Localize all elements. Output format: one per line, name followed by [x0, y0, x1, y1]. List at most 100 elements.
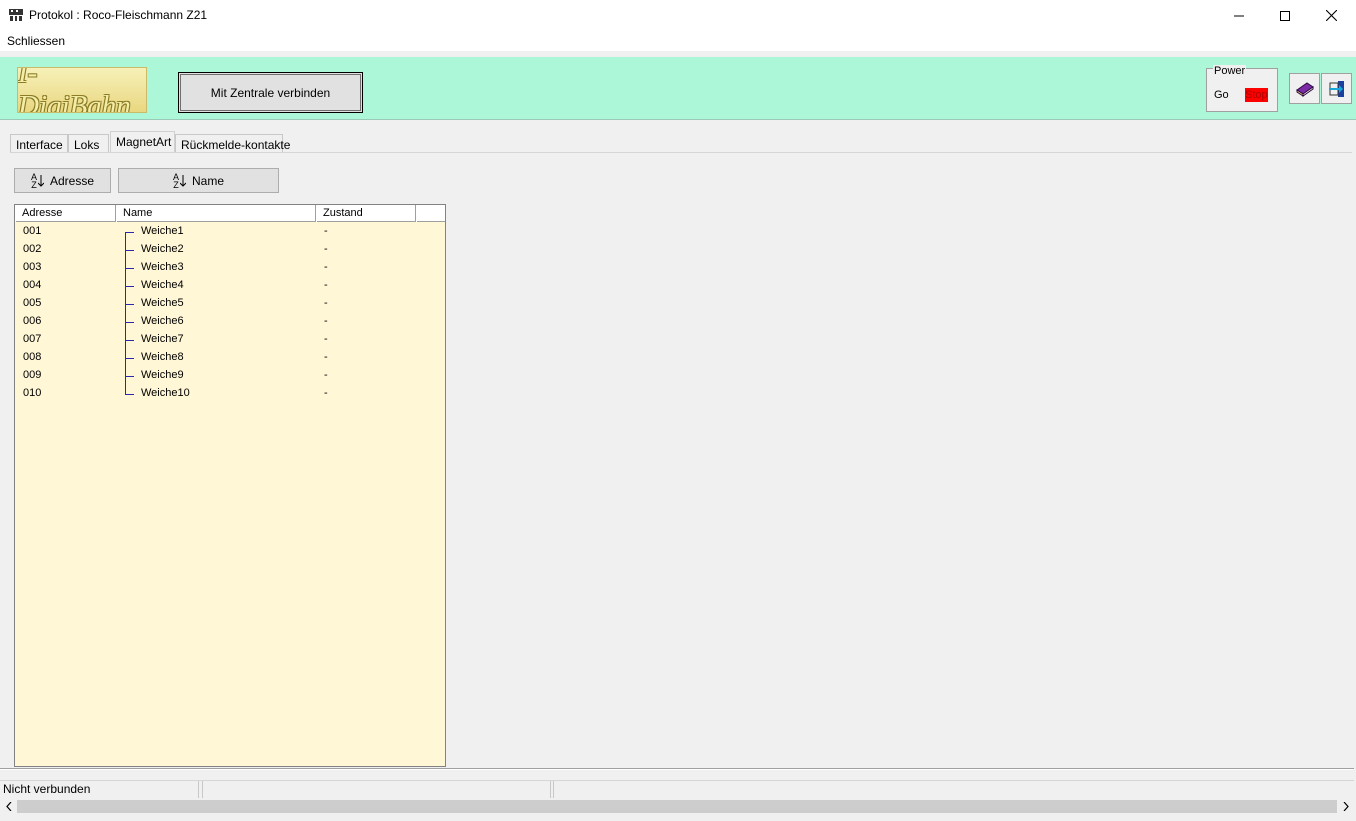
app-icon — [8, 7, 24, 23]
list-item[interactable]: 003 Weiche3 - — [15, 259, 445, 277]
cell-adresse: 001 — [23, 225, 42, 237]
window-title: Protokol : Roco-Fleischmann Z21 — [29, 8, 208, 22]
column-header-zustand[interactable]: Zustand — [316, 205, 416, 222]
cell-name: Weiche7 — [141, 333, 184, 345]
sort-name-label: Name — [192, 173, 225, 188]
tree-connector — [125, 331, 135, 349]
cell-name: Weiche5 — [141, 297, 184, 309]
cell-zustand: - — [324, 315, 328, 327]
close-button[interactable] — [1308, 0, 1354, 31]
tab-loks[interactable]: Loks — [68, 134, 109, 153]
maximize-button[interactable] — [1262, 0, 1308, 31]
cell-name: Weiche2 — [141, 243, 184, 255]
status-connection: Nicht verbunden — [1, 781, 199, 798]
list-item[interactable]: 002 Weiche2 - — [15, 241, 445, 259]
list-item[interactable]: 009 Weiche9 - — [15, 367, 445, 385]
sort-name-button[interactable]: AZ Name — [118, 168, 279, 193]
sort-adresse-label: Adresse — [49, 173, 95, 188]
tree-connector — [125, 223, 135, 241]
list-item[interactable]: 001 Weiche1 - — [15, 223, 445, 241]
connect-button[interactable]: Mit Zentrale verbinden — [178, 72, 363, 113]
help-book-button[interactable] — [1289, 73, 1320, 104]
toolbar-panel: I-DigiBahn Mit Zentrale verbinden Power … — [0, 57, 1356, 120]
cell-adresse: 006 — [23, 315, 42, 327]
connect-button-label: Mit Zentrale verbinden — [210, 85, 331, 100]
tree-connector — [125, 259, 135, 277]
cell-adresse: 005 — [23, 297, 42, 309]
horizontal-scrollbar[interactable] — [0, 798, 1354, 815]
column-header-name[interactable]: Name — [116, 205, 316, 222]
list-header: Adresse Name Zustand — [15, 205, 445, 222]
power-group: Power Go Stop — [1206, 65, 1278, 112]
title-bar: Protokol : Roco-Fleischmann Z21 — [0, 0, 1356, 31]
exit-button[interactable] — [1321, 73, 1352, 104]
sort-adresse-button[interactable]: AZ Adresse — [14, 168, 111, 193]
status-panel-right — [553, 781, 1354, 798]
list-item[interactable]: 005 Weiche5 - — [15, 295, 445, 313]
cell-zustand: - — [324, 243, 328, 255]
cell-adresse: 002 — [23, 243, 42, 255]
cell-name: Weiche3 — [141, 261, 184, 273]
maximize-icon — [1280, 10, 1290, 21]
status-panel-middle — [202, 781, 551, 798]
tab-interface[interactable]: Interface — [10, 134, 68, 153]
cell-zustand: - — [324, 225, 328, 237]
tree-connector — [125, 295, 135, 313]
cell-zustand: - — [324, 333, 328, 345]
tab-magnetart[interactable]: MagnetArt — [110, 131, 175, 153]
cell-adresse: 008 — [23, 351, 42, 363]
cell-name: Weiche6 — [141, 315, 184, 327]
tree-connector — [125, 277, 135, 295]
minimize-icon — [1234, 15, 1244, 16]
power-go-label[interactable]: Go — [1214, 89, 1229, 101]
tab-divider — [10, 152, 1352, 153]
tree-connector — [125, 241, 135, 259]
tab-rueckmelde-kontakte[interactable]: Rückmelde-kontakte — [175, 134, 290, 153]
column-header-empty — [416, 205, 445, 222]
cell-adresse: 003 — [23, 261, 42, 273]
cell-zustand: - — [324, 261, 328, 273]
logo: I-DigiBahn — [17, 67, 147, 113]
logo-text: I-DigiBahn — [18, 67, 131, 113]
cell-zustand: - — [324, 387, 328, 399]
list-item[interactable]: 010 Weiche10 - — [15, 385, 445, 403]
sort-az-icon: AZ — [173, 172, 186, 189]
tree-connector — [125, 385, 135, 403]
magnetart-list[interactable]: Adresse Name Zustand 001 Weiche1 - 002 Weich… — [14, 204, 446, 767]
scroll-left-button[interactable] — [0, 798, 17, 815]
cell-adresse: 009 — [23, 369, 42, 381]
menu-item-schliessen[interactable]: Schliessen — [7, 34, 65, 48]
cell-zustand: - — [324, 351, 328, 363]
cell-name: Weiche9 — [141, 369, 184, 381]
chevron-left-icon — [5, 802, 11, 811]
close-icon — [1325, 10, 1337, 21]
scroll-thumb[interactable] — [17, 800, 1337, 813]
book-icon — [1295, 81, 1314, 97]
cell-adresse: 010 — [23, 387, 42, 399]
column-header-adresse[interactable]: Adresse — [15, 205, 116, 222]
cell-adresse: 004 — [23, 279, 42, 291]
cell-name: Weiche8 — [141, 351, 184, 363]
chevron-right-icon — [1343, 802, 1349, 811]
status-separator — [0, 768, 1354, 770]
cell-zustand: - — [324, 297, 328, 309]
cell-zustand: - — [324, 279, 328, 291]
cell-adresse: 007 — [23, 333, 42, 345]
power-stop-indicator[interactable]: Stop — [1245, 88, 1268, 102]
minimize-button[interactable] — [1216, 0, 1262, 31]
tree-connector — [125, 349, 135, 367]
cell-name: Weiche10 — [141, 387, 190, 399]
sort-az-icon: AZ — [31, 172, 44, 189]
menu-bar: Schliessen — [0, 31, 1356, 51]
power-label: Power — [1213, 65, 1247, 77]
list-item[interactable]: 004 Weiche4 - — [15, 277, 445, 295]
list-item[interactable]: 008 Weiche8 - — [15, 349, 445, 367]
list-item[interactable]: 007 Weiche7 - — [15, 331, 445, 349]
scroll-right-button[interactable] — [1337, 798, 1354, 815]
tree-connector — [125, 367, 135, 385]
tree-connector — [125, 313, 135, 331]
cell-name: Weiche4 — [141, 279, 184, 291]
list-item[interactable]: 006 Weiche6 - — [15, 313, 445, 331]
cell-name: Weiche1 — [141, 225, 184, 237]
cell-zustand: - — [324, 369, 328, 381]
